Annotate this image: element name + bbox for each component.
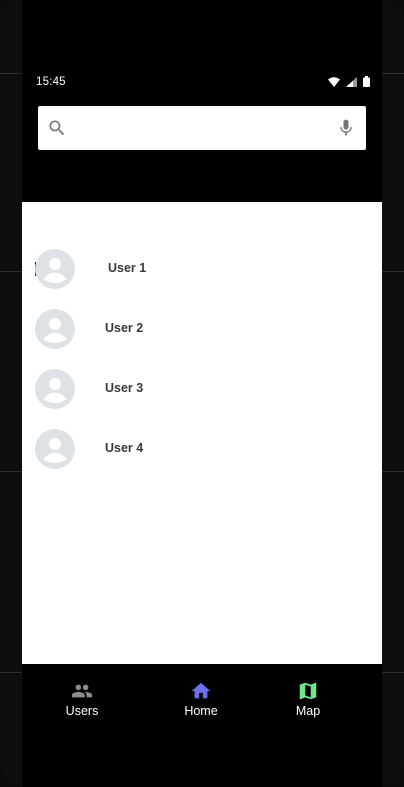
bottom-navigation: Users Home Map [22, 664, 382, 787]
status-time: 15:45 [36, 76, 66, 88]
nav-label: Home [184, 704, 218, 718]
user-list-item[interactable]: User 1 [22, 244, 382, 294]
map-icon [268, 680, 348, 702]
avatar-placeholder-icon [35, 429, 75, 469]
status-bar: 15:45 [22, 72, 382, 94]
user-list-item[interactable]: User 2 [22, 304, 382, 354]
user-name: User 4 [105, 441, 144, 455]
avatar-placeholder-icon [35, 369, 75, 409]
nav-label: Users [65, 704, 99, 718]
search-bar[interactable] [38, 106, 366, 150]
user-list: User 1 User 2 User 3 User 4 [22, 202, 382, 664]
nav-label: Map [295, 704, 321, 718]
status-icons [328, 76, 370, 87]
nav-item-home[interactable]: Home [161, 680, 241, 718]
search-input[interactable] [78, 114, 332, 144]
nav-item-map[interactable]: Map [268, 680, 348, 718]
people-icon [42, 680, 122, 702]
nav-item-users[interactable]: Users [42, 680, 122, 718]
search-icon[interactable] [47, 118, 67, 143]
user-name: User 1 [108, 261, 147, 275]
mic-icon[interactable] [336, 117, 356, 144]
user-name: User 2 [105, 321, 144, 335]
battery-icon [363, 76, 370, 87]
user-list-item[interactable]: User 3 [22, 364, 382, 414]
device-frame: 15:45 User 1 User 2 User 3 User 4 Users … [0, 0, 404, 787]
avatar-placeholder-icon [35, 249, 75, 289]
user-name: User 3 [105, 381, 144, 395]
cellular-signal-icon [346, 76, 357, 87]
avatar-placeholder-icon [35, 309, 75, 349]
wifi-icon [328, 76, 340, 87]
user-list-item[interactable]: User 4 [22, 424, 382, 474]
home-icon [161, 680, 241, 702]
